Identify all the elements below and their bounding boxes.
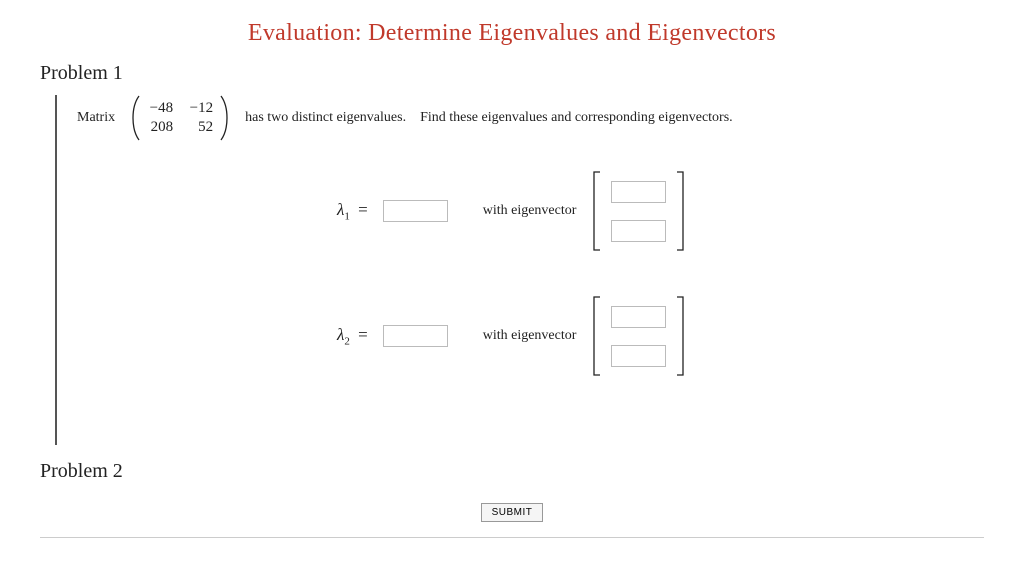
- with-eigenvector-1: with eigenvector: [483, 203, 577, 219]
- submit-area: SUBMIT: [40, 503, 984, 522]
- eigenvector2-top-input[interactable]: [611, 306, 666, 328]
- problem-1-heading: Problem 1: [40, 62, 984, 85]
- lambda1-row: λ1 = with eigenvector: [337, 171, 984, 251]
- divider: [40, 537, 984, 538]
- eigenvector1-bot-input[interactable]: [611, 220, 666, 242]
- matrix-a11: −48: [147, 100, 173, 117]
- matrix-a21: 208: [147, 119, 173, 136]
- page-title: Evaluation: Determine Eigenvalues and Ei…: [40, 20, 984, 47]
- bracket-right-icon: [676, 171, 686, 251]
- problem-1-body: Matrix −48 −12 208 52 has two distinct e…: [55, 95, 984, 445]
- matrix-label: Matrix: [77, 110, 115, 126]
- prompt-text-2: Find these eigenvalues and corresponding…: [420, 110, 733, 126]
- bracket-left-icon: [591, 296, 601, 376]
- prompt-text-1: has two distinct eigenvalues.: [245, 110, 406, 126]
- lambda1-input[interactable]: [383, 200, 448, 222]
- lambda2-subscript: 2: [344, 335, 350, 347]
- eigenvector-1: [591, 171, 686, 251]
- lambda2-row: λ2 = with eigenvector: [337, 296, 984, 376]
- problem-2-heading: Problem 2: [40, 460, 984, 483]
- eigenvector1-top-input[interactable]: [611, 181, 666, 203]
- matrix-a22: 52: [187, 119, 213, 136]
- with-eigenvector-2: with eigenvector: [483, 328, 577, 344]
- equals-2: =: [354, 325, 368, 344]
- eigenvector2-bot-input[interactable]: [611, 345, 666, 367]
- bracket-left-icon: [591, 171, 601, 251]
- eigenvector-2: [591, 296, 686, 376]
- bracket-right-icon: [676, 296, 686, 376]
- submit-button[interactable]: SUBMIT: [481, 503, 544, 522]
- lambda1-subscript: 1: [344, 210, 350, 222]
- paren-left-icon: [129, 95, 141, 141]
- coefficient-matrix: −48 −12 208 52: [129, 95, 231, 141]
- lambda2-input[interactable]: [383, 325, 448, 347]
- lambda1-label: λ1 =: [337, 200, 368, 222]
- lambda2-label: λ2 =: [337, 325, 368, 347]
- equals-1: =: [354, 200, 368, 219]
- matrix-a12: −12: [187, 100, 213, 117]
- paren-right-icon: [219, 95, 231, 141]
- answers-block: λ1 = with eigenvector λ2 =: [337, 171, 984, 376]
- problem-1-prompt: Matrix −48 −12 208 52 has two distinct e…: [77, 95, 984, 141]
